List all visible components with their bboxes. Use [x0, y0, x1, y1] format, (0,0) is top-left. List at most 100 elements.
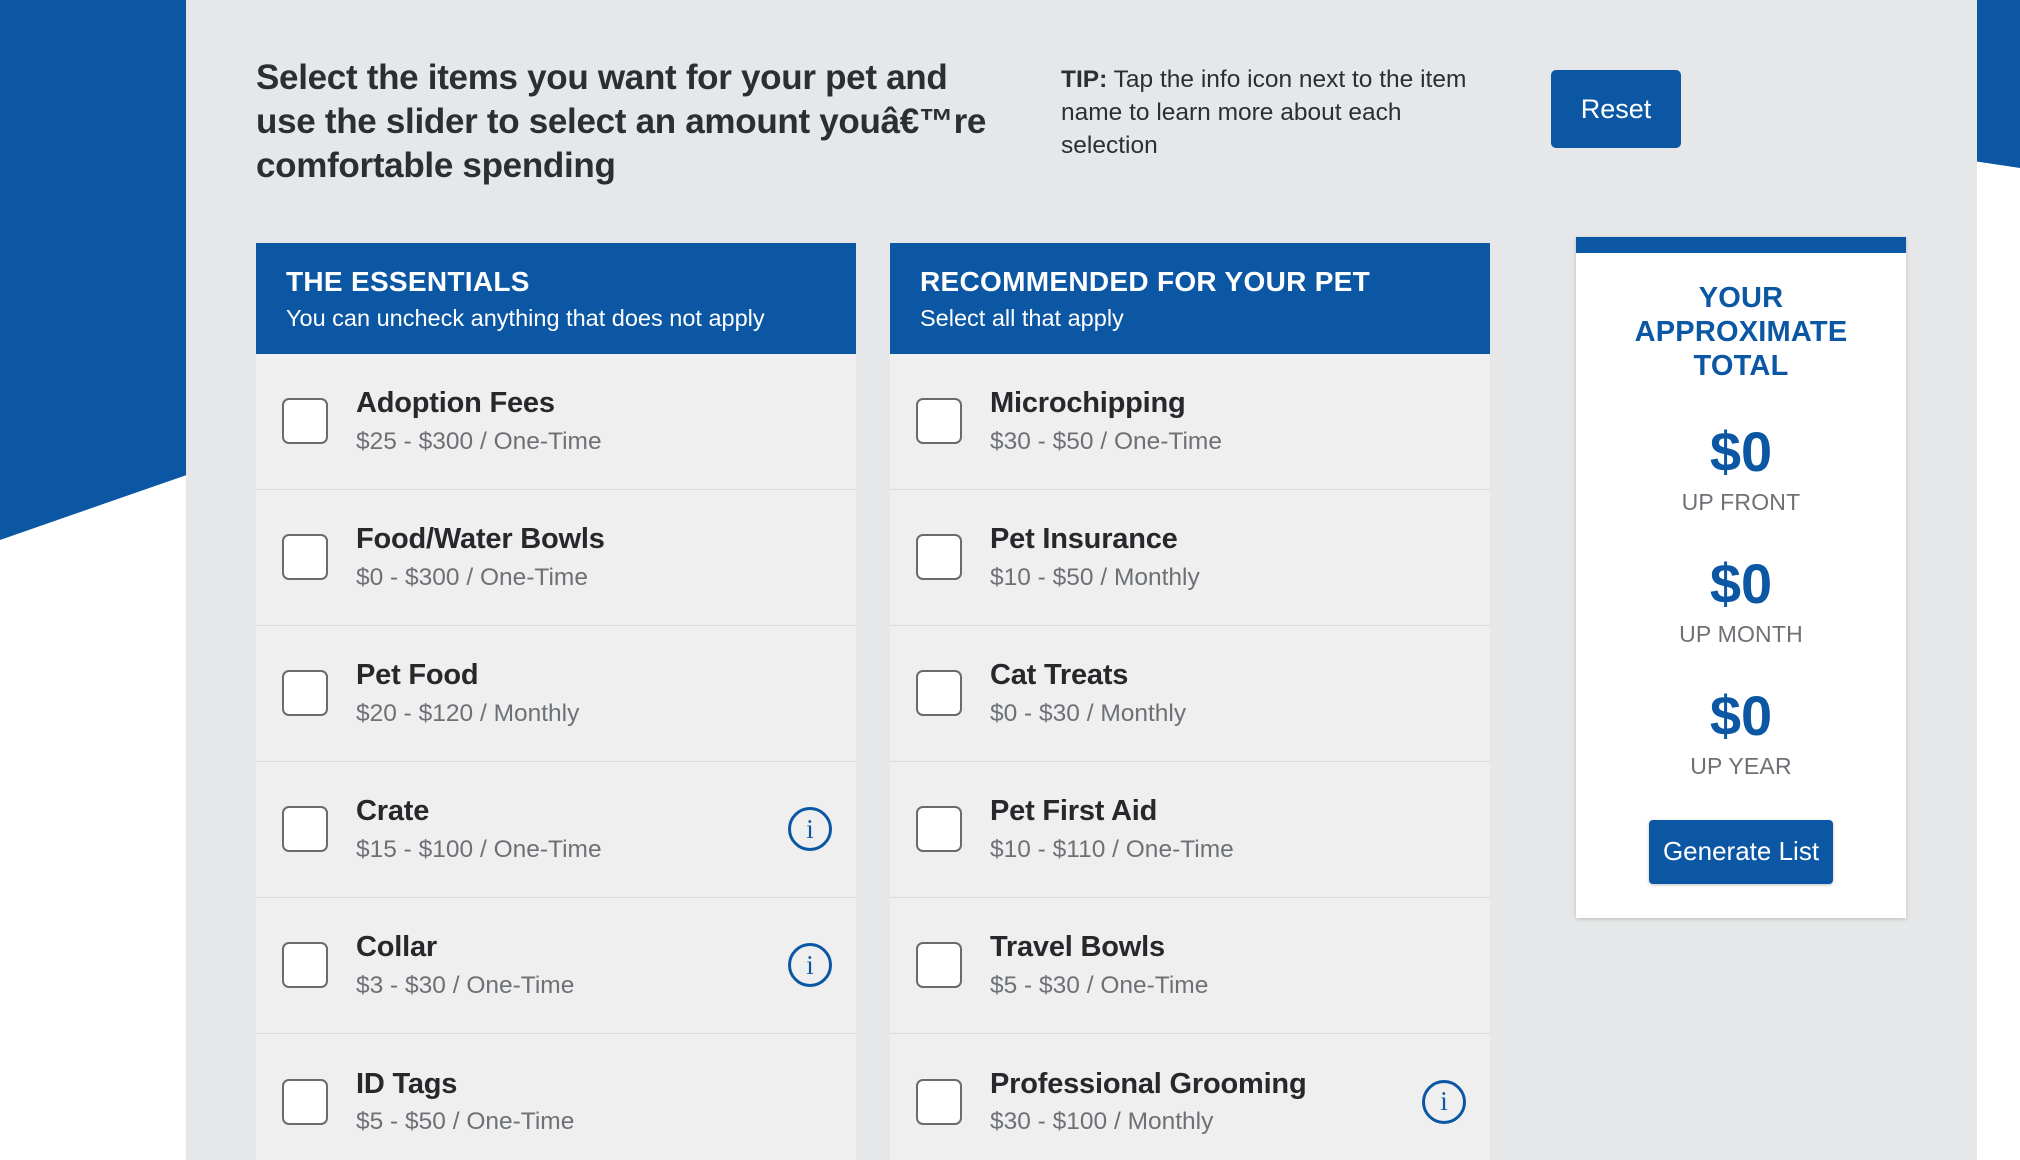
column-subtitle: Select all that apply	[920, 304, 1124, 331]
info-icon-placeholder	[788, 399, 832, 443]
item-checkbox[interactable]	[916, 942, 962, 989]
item-checkbox[interactable]	[282, 534, 328, 581]
item-list: Adoption Fees $25 - $300 / One-Time Food/W…	[256, 353, 856, 1160]
app-root: Select the items you want for your pet a…	[0, 0, 2020, 1160]
item-name: ID Tags	[356, 1067, 458, 1100]
item-checkbox[interactable]	[282, 1078, 328, 1125]
item-price-range: $0 - $300 / One-Time	[356, 563, 588, 591]
info-icon-placeholder	[1422, 535, 1466, 579]
item-price-range: $5 - $30 / One-Time	[990, 971, 1209, 999]
decorative-blue-shape-left	[0, 0, 186, 540]
total-amount-block: $0 UP MONTH	[1598, 551, 1884, 648]
item-text: Travel Bowls $5 - $30 / One-Time	[990, 931, 1408, 1000]
card-accent-bar	[1576, 237, 1906, 253]
item-name: Travel Bowls	[990, 931, 1165, 964]
column-the-essentials: THE ESSENTIALS You can uncheck anything …	[256, 243, 856, 1160]
item-row[interactable]: Pet Food $20 - $120 / Monthly	[256, 625, 856, 762]
total-amount-value: $0	[1709, 551, 1773, 615]
info-icon-placeholder	[788, 1080, 832, 1124]
item-name: Crate	[356, 795, 430, 828]
item-checkbox[interactable]	[916, 398, 962, 445]
item-price-range: $10 - $50 / Monthly	[990, 563, 1200, 591]
decorative-blue-shape-right	[1975, 0, 2020, 168]
item-checkbox[interactable]	[282, 398, 328, 445]
item-text: Collar $3 - $30 / One-Time	[356, 931, 774, 1000]
column-subtitle: You can uncheck anything that does not a…	[286, 304, 765, 331]
info-icon[interactable]: i	[1422, 1079, 1466, 1124]
item-row[interactable]: Travel Bowls $5 - $30 / One-Time	[890, 897, 1490, 1034]
column-header: RECOMMENDED FOR YOUR PET Select all that…	[890, 243, 1490, 354]
item-price-range: $25 - $300 / One-Time	[356, 427, 602, 455]
item-row[interactable]: Pet First Aid $10 - $110 / One-Time	[890, 761, 1490, 898]
item-price-range: $30 - $100 / Monthly	[990, 1108, 1214, 1136]
item-name: Pet First Aid	[990, 795, 1158, 828]
item-text: Pet Food $20 - $120 / Monthly	[356, 659, 774, 728]
total-amount-label: UP MONTH	[1679, 620, 1803, 647]
info-icon-placeholder	[788, 535, 832, 579]
page-canvas: Select the items you want for your pet a…	[186, 0, 1977, 1160]
total-amount-value: $0	[1709, 419, 1773, 483]
total-amount-value: $0	[1709, 683, 1773, 747]
total-amount-block: $0 UP YEAR	[1598, 683, 1884, 780]
item-name: Pet Food	[356, 659, 479, 692]
item-text: Pet Insurance $10 - $50 / Monthly	[990, 523, 1408, 592]
item-row[interactable]: Collar $3 - $30 / One-Time i	[256, 897, 856, 1034]
item-row[interactable]: Pet Insurance $10 - $50 / Monthly	[890, 489, 1490, 626]
item-row[interactable]: Crate $15 - $100 / One-Time i	[256, 761, 856, 898]
item-price-range: $5 - $50 / One-Time	[356, 1108, 575, 1136]
item-list: Microchipping $30 - $50 / One-Time Pet Ins…	[890, 353, 1490, 1160]
item-text: Pet First Aid $10 - $110 / One-Time	[990, 795, 1408, 864]
info-icon[interactable]: i	[788, 943, 832, 988]
column-header: THE ESSENTIALS You can uncheck anything …	[256, 243, 856, 354]
generate-list-button[interactable]: Generate List	[1649, 819, 1833, 884]
item-checkbox[interactable]	[282, 806, 328, 853]
info-icon[interactable]: i	[788, 807, 832, 852]
item-price-range: $30 - $50 / One-Time	[990, 427, 1222, 455]
page-title: Select the items you want for your pet a…	[256, 58, 987, 186]
reset-button[interactable]: Reset	[1551, 70, 1681, 148]
info-icon-placeholder	[1422, 807, 1466, 851]
item-price-range: $20 - $120 / Monthly	[356, 699, 580, 727]
item-text: Microchipping $30 - $50 / One-Time	[990, 387, 1408, 456]
item-row[interactable]: Microchipping $30 - $50 / One-Time	[890, 353, 1490, 490]
item-checkbox[interactable]	[916, 534, 962, 581]
item-text: ID Tags $5 - $50 / One-Time	[356, 1068, 774, 1137]
item-text: Professional Grooming $30 - $100 / Monthl…	[990, 1068, 1408, 1137]
item-checkbox[interactable]	[916, 1078, 962, 1125]
item-row[interactable]: Adoption Fees $25 - $300 / One-Time	[256, 353, 856, 490]
tip-text: TIP: Tap the info icon next to the item …	[1061, 64, 1491, 162]
column-title: THE ESSENTIALS	[286, 266, 530, 297]
top-bar: Select the items you want for your pet a…	[186, 0, 1977, 232]
item-text: Food/Water Bowls $0 - $300 / One-Time	[356, 523, 774, 592]
total-card-title: YOUR APPROXIMATE TOTAL	[1634, 282, 1848, 383]
item-name: Adoption Fees	[356, 387, 555, 420]
item-checkbox[interactable]	[282, 670, 328, 717]
item-checkbox[interactable]	[916, 806, 962, 853]
amount-list: $0 UP FRONT $0 UP MONTH $0 UP YEAR	[1598, 419, 1884, 780]
item-name: Food/Water Bowls	[356, 523, 605, 556]
item-row[interactable]: ID Tags $5 - $50 / One-Time	[256, 1033, 856, 1160]
item-price-range: $3 - $30 / One-Time	[356, 971, 575, 999]
item-checkbox[interactable]	[916, 670, 962, 717]
item-row[interactable]: Professional Grooming $30 - $100 / Monthl…	[890, 1033, 1490, 1160]
total-amount-label: UP FRONT	[1681, 488, 1801, 515]
column-title: RECOMMENDED FOR YOUR PET	[920, 266, 1371, 297]
info-icon-placeholder	[788, 671, 832, 715]
item-text: Cat Treats $0 - $30 / Monthly	[990, 659, 1408, 728]
item-price-range: $15 - $100 / One-Time	[356, 835, 602, 863]
tip-body: Tap the info icon next to the item name …	[1061, 66, 1467, 159]
item-checkbox[interactable]	[282, 942, 328, 989]
item-name: Professional Grooming	[990, 1067, 1307, 1100]
item-name: Cat Treats	[990, 659, 1129, 692]
approximate-total-card: YOUR APPROXIMATE TOTAL $0 UP FRONT $0 UP MO…	[1576, 237, 1906, 918]
info-icon-placeholder	[1422, 671, 1466, 715]
item-row[interactable]: Cat Treats $0 - $30 / Monthly	[890, 625, 1490, 762]
info-icon-placeholder	[1422, 943, 1466, 987]
info-icon-placeholder	[1422, 399, 1466, 443]
item-name: Pet Insurance	[990, 523, 1178, 556]
item-name: Microchipping	[990, 387, 1186, 420]
total-amount-block: $0 UP FRONT	[1598, 419, 1884, 516]
item-row[interactable]: Food/Water Bowls $0 - $300 / One-Time	[256, 489, 856, 626]
card-body: YOUR APPROXIMATE TOTAL $0 UP FRONT $0 UP MO…	[1576, 253, 1906, 918]
tip-label: TIP:	[1061, 66, 1108, 93]
